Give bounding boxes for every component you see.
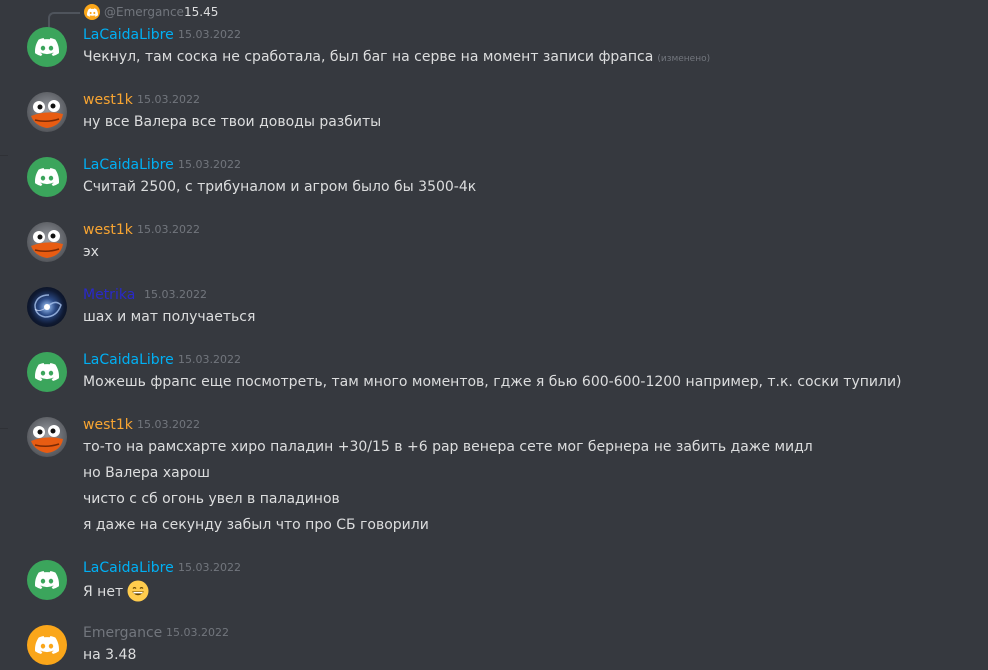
author-name[interactable]: Metrika (83, 286, 135, 304)
discord-logo-icon (35, 38, 59, 56)
reply-text[interactable]: 15.45 (184, 4, 218, 20)
message-line: шах и мат получаеться (83, 309, 256, 325)
author-name[interactable]: LaCaidaLibre (83, 156, 174, 174)
grinning-face-emoji-icon[interactable] (127, 580, 149, 602)
message-line: Можешь фрапс еще посмотреть, там много м… (83, 374, 902, 390)
avatar[interactable] (27, 92, 67, 132)
message-line: чисто с сб огонь увел в паладинов (83, 491, 340, 507)
message-line: эх (83, 244, 99, 260)
duck-avatar-icon (31, 230, 63, 258)
galaxy-avatar-icon (34, 294, 62, 318)
timestamp[interactable]: 15.03.2022 (137, 416, 200, 434)
duck-avatar-icon (31, 100, 63, 128)
timestamp[interactable]: 15.03.2022 (178, 559, 241, 577)
message-line: то-то на рамсхарте хиро паладин +30/15 в… (83, 439, 813, 455)
timestamp[interactable]: 15.03.2022 (137, 221, 200, 239)
timestamp[interactable]: 15.03.2022 (178, 26, 241, 44)
timestamp[interactable]: 15.03.2022 (178, 351, 241, 369)
message-line: но Валера харош (83, 465, 210, 481)
discord-logo-icon (35, 571, 59, 589)
timestamp[interactable]: 15.03.2022 (137, 91, 200, 109)
edited-label: (изменено) (657, 54, 711, 64)
avatar[interactable] (27, 625, 67, 665)
duck-avatar-icon (31, 425, 63, 453)
message-line: Я нет (83, 584, 124, 600)
message-line: ну все Валера все твои доводы разбиты (83, 114, 382, 130)
author-name[interactable]: LaCaidaLibre (83, 26, 174, 44)
author-name[interactable]: Emergance (83, 624, 162, 642)
edge-divider (0, 155, 8, 156)
left-edge (0, 0, 10, 670)
message-line: на 3.48 (83, 647, 137, 663)
reply-avatar (84, 4, 100, 20)
message-line: я даже на секунду забыл что про СБ говор… (83, 517, 429, 533)
edge-divider (0, 428, 8, 429)
author-name[interactable]: west1k (83, 416, 133, 434)
avatar[interactable] (27, 352, 67, 392)
message-text: Чекнул, там соска не сработала, был баг … (83, 47, 710, 69)
author-name[interactable]: west1k (83, 91, 133, 109)
author-name[interactable]: west1k (83, 221, 133, 239)
message-line: Считай 2500, с трибуналом и агром было б… (83, 179, 477, 195)
avatar[interactable] (27, 222, 67, 262)
author-name[interactable]: LaCaidaLibre (83, 351, 174, 369)
author-name[interactable]: LaCaidaLibre (83, 559, 174, 577)
avatar[interactable] (27, 157, 67, 197)
discord-logo-icon (86, 7, 98, 17)
avatar[interactable] (27, 560, 67, 600)
avatar[interactable] (27, 287, 67, 327)
reply-author[interactable]: @Emergance (104, 4, 184, 20)
timestamp[interactable]: 15.03.2022 (166, 624, 229, 642)
discord-logo-icon (35, 168, 59, 186)
message-line: Чекнул, там соска не сработала, был баг … (83, 49, 654, 65)
avatar[interactable] (27, 27, 67, 67)
avatar[interactable] (27, 417, 67, 457)
timestamp[interactable]: 15.03.2022 (144, 286, 207, 304)
discord-logo-icon (35, 363, 59, 381)
timestamp[interactable]: 15.03.2022 (178, 156, 241, 174)
message-text: Я нет (83, 580, 149, 602)
discord-logo-icon (35, 636, 59, 654)
